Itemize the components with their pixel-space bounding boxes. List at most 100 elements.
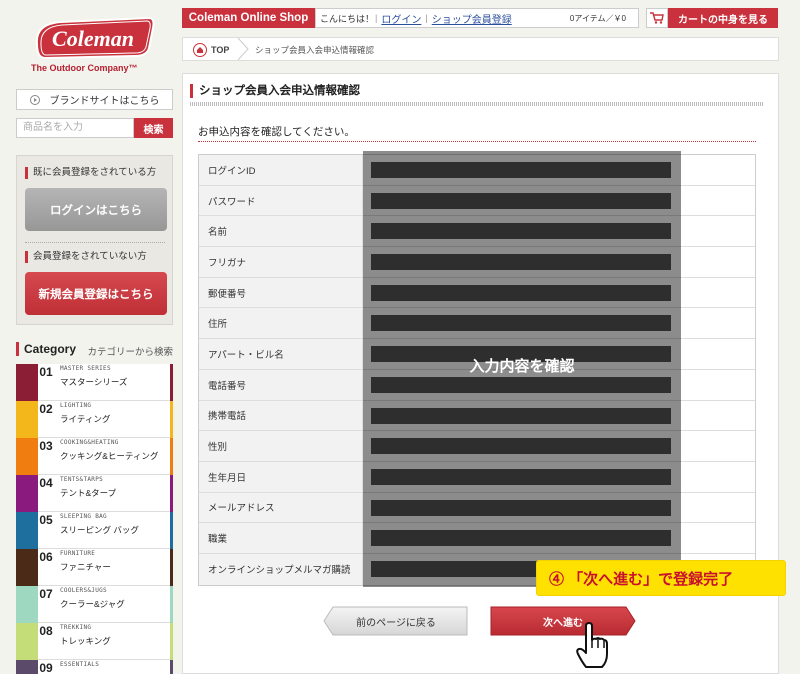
field-label: 職業 (199, 523, 363, 553)
login-button[interactable]: ログインはこちら (25, 188, 167, 231)
field-label: 生年月日 (199, 461, 363, 492)
register-button[interactable]: 新規会員登録はこちら (25, 272, 167, 315)
category-swatch (16, 512, 38, 549)
category-edge (170, 549, 173, 586)
field-label: メールアドレス (199, 492, 363, 523)
separator: | (425, 13, 428, 23)
category-swatch (16, 475, 38, 512)
category-number: 05 (38, 512, 54, 529)
category-number: 06 (38, 549, 54, 566)
category-english: TENTS&TARPS (60, 476, 104, 483)
category-number: 03 (38, 438, 54, 455)
member-divider (25, 242, 165, 243)
logo-lettering: Coleman (52, 26, 134, 51)
home-icon (193, 43, 207, 57)
category-english: SLEEPING BAG (60, 513, 107, 520)
cart-glyph (650, 12, 664, 24)
breadcrumb-chevron-icon (237, 38, 249, 60)
greeting-text: こんにちは！ (320, 13, 375, 24)
login-link[interactable]: ログイン (381, 11, 421, 26)
breadcrumb-top-label: TOP (211, 45, 230, 55)
category-english: COOLERS&JUGS (60, 587, 107, 594)
view-cart-button[interactable]: カートの中身を見る (668, 8, 778, 28)
category-label: ファニチャー (60, 562, 111, 572)
category-edge (170, 660, 173, 674)
search-input[interactable]: 商品名を入力 (16, 118, 134, 138)
category-swatch (16, 438, 38, 475)
intro-text: お申込内容を確認してください。 (198, 126, 355, 138)
field-label: ログインID (199, 155, 363, 185)
category-swatch (16, 660, 38, 674)
coleman-logo-mark: Coleman (35, 16, 155, 60)
category-english: MASTER SERIES (60, 365, 111, 372)
category-number: 01 (38, 364, 54, 381)
category-english: FURNITURE (60, 550, 96, 557)
breadcrumb-current: ショップ会員入会申込情報確認 (255, 45, 375, 55)
category-number: 07 (38, 586, 54, 603)
category-item[interactable]: 04 TENTS&TARPS テント&タープ (16, 475, 173, 512)
category-item[interactable]: 03 COOKING&HEATING クッキング&ヒーティング (16, 438, 173, 475)
category-english: COOKING&HEATING (60, 439, 119, 446)
category-number: 04 (38, 475, 54, 492)
field-label: 携帯電話 (199, 400, 363, 431)
category-english: TREKKING (60, 624, 92, 631)
cart-icon[interactable] (646, 8, 668, 28)
category-item[interactable]: 09 ESSENTIALS (16, 660, 173, 674)
category-list: 01 MASTER SERIES マスターシリーズ 02 LIGHTING ライ… (16, 364, 173, 674)
coleman-logo[interactable]: Coleman (31, 14, 157, 62)
category-item[interactable]: 01 MASTER SERIES マスターシリーズ (16, 364, 173, 401)
field-label: オンラインショップメルマガ購読 (199, 553, 363, 585)
category-item[interactable]: 07 COOLERS&JUGS クーラー&ジャグ (16, 586, 173, 623)
category-edge (170, 586, 173, 623)
back-button[interactable]: 前のページに戻る (323, 606, 469, 636)
category-label: トレッキング (60, 636, 111, 646)
shop-title[interactable]: Coleman Online Shop (182, 8, 315, 28)
category-edge (170, 438, 173, 475)
breadcrumb-top[interactable]: TOP (193, 43, 229, 57)
category-item[interactable]: 06 FURNITURE ファニチャー (16, 549, 173, 586)
category-number: 08 (38, 623, 54, 640)
instruction-callout: ④ 「次へ進む」で登録完了 (537, 561, 785, 595)
category-item[interactable]: 05 SLEEPING BAG スリーピング バッグ (16, 512, 173, 549)
field-label: 電話番号 (199, 369, 363, 400)
next-button-label: 次へ進む (543, 617, 583, 629)
category-label: クッキング&ヒーティング (60, 451, 159, 461)
separator: | (375, 13, 378, 23)
category-swatch (16, 586, 38, 623)
category-item[interactable]: 08 TREKKING トレッキング (16, 623, 173, 660)
category-item[interactable]: 02 LIGHTING ライティング (16, 401, 173, 438)
field-label: パスワード (199, 185, 363, 216)
field-label: 名前 (199, 216, 363, 247)
field-label: アパート・ビル名 (199, 339, 363, 369)
category-english: ESSENTIALS (60, 661, 100, 668)
register-link[interactable]: ショップ会員登録 (432, 11, 512, 26)
overlay-caption: 入力内容を確認 (469, 358, 575, 375)
nonmember-heading: 会員登録をされていない方 (25, 251, 147, 263)
category-title: Category (16, 342, 76, 356)
member-box: 既に会員登録をされている方 ログインはこちら 会員登録をされていない方 新規会員… (16, 155, 173, 325)
category-edge (170, 475, 173, 512)
mask-overlay: 入力内容を確認 (363, 151, 681, 587)
field-label: フリガナ (199, 247, 363, 277)
field-label: 郵便番号 (199, 277, 363, 308)
cart-count: 0アイテム／￥0 (569, 13, 626, 23)
category-number: 09 (38, 660, 54, 674)
category-label: マスターシリーズ (60, 377, 128, 387)
search-button[interactable]: 検索 (134, 118, 173, 138)
category-edge (170, 512, 173, 549)
category-edge (170, 623, 173, 660)
intro-divider (198, 141, 756, 142)
field-label: 性別 (199, 431, 363, 461)
category-swatch (16, 364, 38, 401)
category-edge (170, 364, 173, 401)
tagline: The Outdoor Company™ (31, 63, 138, 73)
category-swatch (16, 401, 38, 438)
back-button-label: 前のページに戻る (356, 617, 436, 629)
brand-site-button[interactable]: ブランドサイトはこちら (16, 89, 173, 110)
account-bar: こんにちは！ | ログイン | ショップ会員登録 0アイテム／￥0 (315, 8, 639, 28)
field-label: 住所 (199, 308, 363, 339)
brand-site-label: ブランドサイトはこちら (49, 96, 160, 107)
category-label: ライティング (60, 414, 111, 424)
page-title: ショップ会員入会申込情報確認 (190, 84, 360, 98)
next-button[interactable]: 次へ進む (490, 606, 636, 636)
